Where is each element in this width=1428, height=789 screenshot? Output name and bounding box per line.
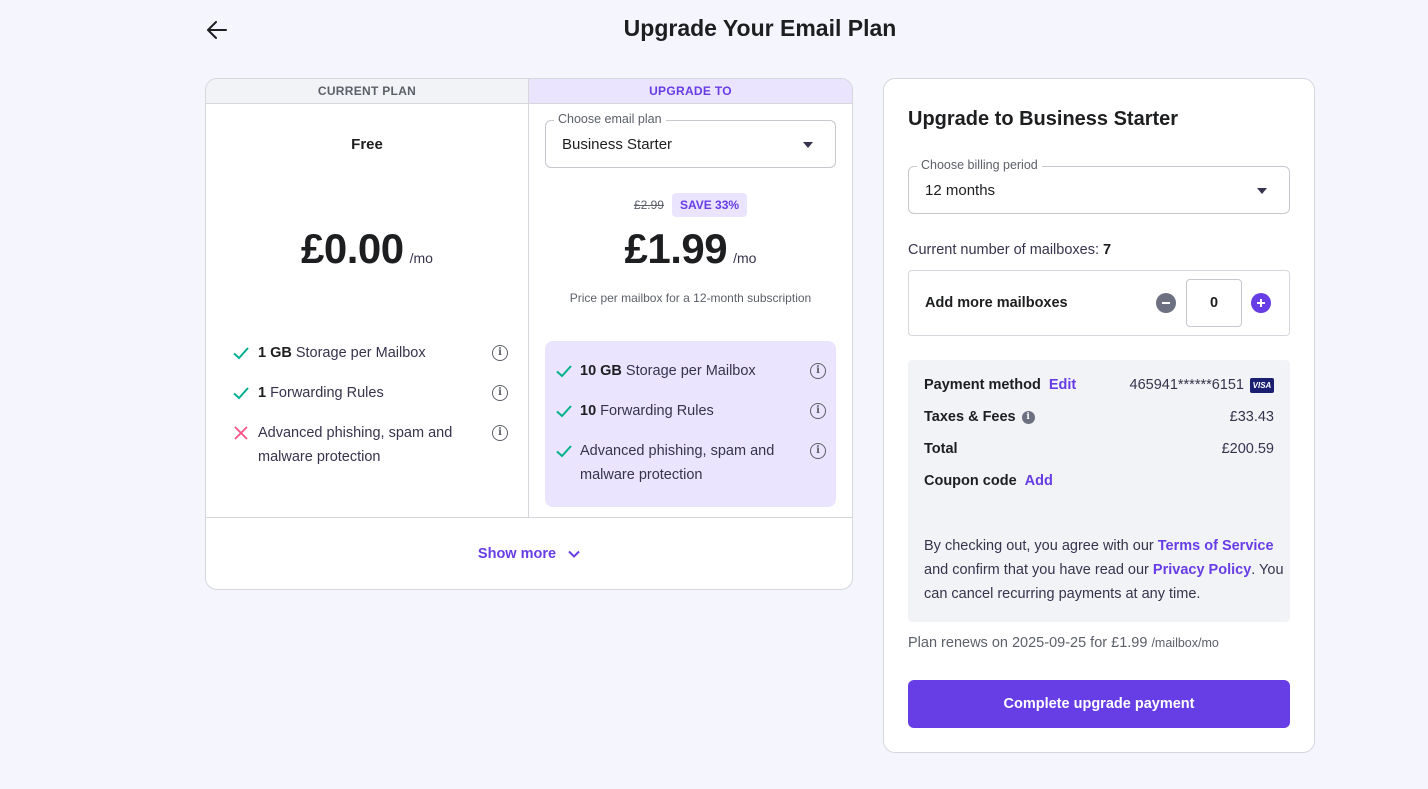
mailbox-quantity-input[interactable]: 0 [1186,279,1242,327]
chevron-down-icon [803,142,813,148]
feature-storage: 10 GB Storage per Mailbox i [545,359,836,383]
feature-value: 1 [258,385,267,401]
decrement-button[interactable] [1156,293,1176,313]
feature-forwarding: 1 Forwarding Rules i [224,381,512,405]
current-plan-column: CURRENT PLAN Free £0.00 /mo 1 GB Storage … [206,79,529,517]
upgrade-plan-features: 10 GB Storage per Mailbox i 10 Forwarding … [545,341,836,507]
check-icon [233,347,249,360]
upgrade-plan-per: /mo [733,250,757,266]
feature-label: Storage per Mailbox [625,363,756,379]
feature-label: Storage per Mailbox [295,345,426,361]
upgrade-plan-price-row: £1.99 /mo [529,225,852,273]
show-more-button[interactable]: Show more [206,517,852,589]
check-icon [233,387,249,400]
taxes-label: Taxes & Fees [924,409,1016,425]
feature-label: Forwarding Rules [600,403,714,419]
email-plan-select-value: Business Starter [562,135,673,153]
legal-text-part: By checking out, you agree with our [924,538,1154,554]
check-icon [556,365,572,378]
current-plan-name: Free [351,136,383,153]
feature-value: 1 GB [258,345,292,361]
page-title: Upgrade Your Email Plan [623,15,897,41]
plus-icon [1257,299,1265,307]
feature-protection: Advanced phishing, spam and malware prot… [224,421,512,469]
price-note: Price per mailbox for a 12-month subscri… [569,291,812,305]
renewal-text: Plan renews on 2025-09-25 for £1.99 [908,635,1148,651]
terms-of-service-link[interactable]: Terms of Service [1158,538,1274,554]
payment-method-row: Payment method Edit 465941******6151 VIS… [924,377,1274,393]
taxes-row: Taxes & Fees i £33.43 [924,409,1274,425]
total-value: £200.59 [1221,441,1274,457]
save-badge: SAVE 33% [671,193,748,217]
plan-comparison-card: CURRENT PLAN Free £0.00 /mo 1 GB Storage … [205,78,853,590]
taxes-value: £33.43 [1229,409,1274,425]
renewal-info: Plan renews on 2025-09-25 for £1.99 /mai… [908,635,1219,651]
billing-period-select[interactable]: Choose billing period 12 months [908,158,1290,214]
info-icon[interactable]: i [492,345,508,361]
visa-icon: VISA [1250,377,1274,393]
show-more-label: Show more [477,546,557,562]
feature-value: 10 [580,403,597,419]
info-icon[interactable]: i [492,425,508,441]
increment-button[interactable] [1251,293,1271,313]
mailbox-count-label: Current number of mailboxes: [908,242,1099,258]
privacy-policy-link[interactable]: Privacy Policy [1153,562,1251,578]
feature-value: 10 GB [580,363,622,379]
billing-period-value: 12 months [925,181,996,199]
order-summary: Payment method Edit 465941******6151 VIS… [908,360,1290,622]
edit-payment-link[interactable]: Edit [1049,377,1076,393]
cross-icon [234,426,248,440]
card-info: 465941******6151 VISA [1129,377,1274,393]
feature-label: Advanced phishing, spam and malware prot… [258,425,453,465]
old-price: £2.99 [633,198,664,212]
check-icon [556,445,572,458]
info-icon[interactable]: i [810,363,826,379]
payment-method-label: Payment method [924,377,1041,393]
email-plan-select[interactable]: Choose email plan Business Starter [545,112,836,168]
feature-forwarding: 10 Forwarding Rules i [545,399,836,423]
upgrade-plan-column: UPGRADE TO Choose email plan Business St… [529,79,852,517]
current-plan-per: /mo [409,250,433,266]
info-icon[interactable]: i [810,443,826,459]
check-icon [556,405,572,418]
current-plan-price-row: £0.00 /mo [206,225,528,273]
coupon-row: Coupon code Add [924,473,1274,489]
feature-label: Forwarding Rules [270,385,384,401]
add-mailboxes-label: Add more mailboxes [925,295,1068,311]
current-plan-features: 1 GB Storage per Mailbox i 1 Forwarding Ru… [224,341,512,485]
total-label: Total [924,441,958,457]
upgrade-plan-price: £1.99 [624,225,728,272]
current-plan-price: £0.00 [301,225,404,272]
info-icon[interactable]: i [1021,410,1035,424]
checkout-card: Upgrade to Business Starter Choose billi… [883,78,1315,753]
current-plan-header: CURRENT PLAN [206,79,528,104]
feature-storage: 1 GB Storage per Mailbox i [224,341,512,365]
feature-label: Advanced phishing, spam and malware prot… [580,443,775,483]
renewal-unit: /mailbox/mo [1151,636,1219,650]
add-mailboxes-row: Add more mailboxes 0 [908,270,1290,336]
legal-text-part: and confirm that you have read our [924,562,1149,578]
legal-text: By checking out, you agree with our Term… [924,534,1284,606]
add-coupon-link[interactable]: Add [1025,473,1053,489]
mailbox-count: Current number of mailboxes: 7 [908,242,1111,258]
complete-payment-button[interactable]: Complete upgrade payment [908,680,1290,728]
chevron-down-icon [568,550,580,558]
discount-row: £2.99 SAVE 33% [529,193,852,217]
chevron-down-icon [1257,188,1267,194]
feature-protection: Advanced phishing, spam and malware prot… [545,439,836,487]
info-icon[interactable]: i [492,385,508,401]
checkout-title: Upgrade to Business Starter [908,108,1179,130]
card-number: 465941******6151 [1129,377,1245,393]
upgrade-plan-header: UPGRADE TO [529,79,852,104]
email-plan-select-label: Choose email plan [554,112,666,126]
info-icon[interactable]: i [810,403,826,419]
total-row: Total £200.59 [924,441,1274,457]
mailbox-count-value: 7 [1103,242,1112,258]
minus-icon [1162,302,1170,304]
billing-period-label: Choose billing period [917,158,1042,172]
coupon-label: Coupon code [924,473,1017,489]
